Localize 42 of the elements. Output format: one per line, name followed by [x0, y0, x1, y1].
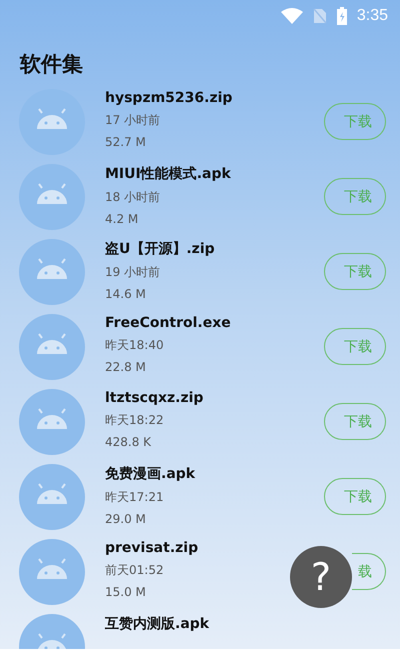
- file-size: 14.6 M: [105, 287, 146, 301]
- download-button[interactable]: 下载: [324, 328, 386, 365]
- file-name: FreeControl.exe: [105, 315, 231, 331]
- file-name: 互赞内测版.apk: [105, 615, 210, 633]
- no-sim-icon: [312, 8, 327, 24]
- page-title: 软件集: [20, 51, 84, 78]
- file-time: 19 小时前: [105, 264, 160, 281]
- file-time: 17 小时前: [105, 112, 160, 129]
- file-time: 昨天17:21: [105, 489, 164, 506]
- file-size: 29.0 M: [105, 512, 146, 526]
- android-icon: [19, 464, 85, 530]
- file-size: 52.7 M: [105, 135, 146, 149]
- android-icon: [19, 388, 85, 454]
- download-button[interactable]: 载: [352, 553, 386, 590]
- file-time: 昨天18:22: [105, 412, 164, 429]
- download-button[interactable]: 下载: [324, 478, 386, 515]
- help-button[interactable]: ?: [290, 546, 352, 608]
- file-name: hyspzm5236.zip: [105, 90, 232, 106]
- file-name: 盗U【开源】.zip: [105, 240, 215, 258]
- file-time: 前天01:52: [105, 562, 164, 579]
- android-icon: [19, 164, 85, 230]
- file-name: MIUI性能模式.apk: [105, 165, 231, 183]
- file-time: 昨天18:40: [105, 337, 164, 354]
- battery-icon: [336, 7, 347, 25]
- file-time: 18 小时前: [105, 189, 160, 206]
- android-icon: [19, 88, 85, 154]
- wifi-icon: [280, 8, 303, 24]
- download-button[interactable]: 下载: [324, 103, 386, 140]
- download-button[interactable]: 下载: [324, 253, 386, 290]
- android-icon: [19, 238, 85, 304]
- file-size: 22.8 M: [105, 360, 146, 374]
- file-name: 免费漫画.apk: [105, 465, 196, 483]
- android-icon: [19, 314, 85, 380]
- file-name: previsat.zip: [105, 540, 198, 556]
- file-size: 15.0 M: [105, 585, 146, 599]
- file-size: 428.8 K: [105, 435, 152, 449]
- download-button[interactable]: 下载: [324, 178, 386, 215]
- file-size: 4.2 M: [105, 212, 138, 226]
- file-name: ltztscqxz.zip: [105, 390, 204, 406]
- clock-time: 3:35: [356, 7, 388, 25]
- android-icon: [19, 538, 85, 604]
- download-button[interactable]: 下载: [324, 403, 386, 440]
